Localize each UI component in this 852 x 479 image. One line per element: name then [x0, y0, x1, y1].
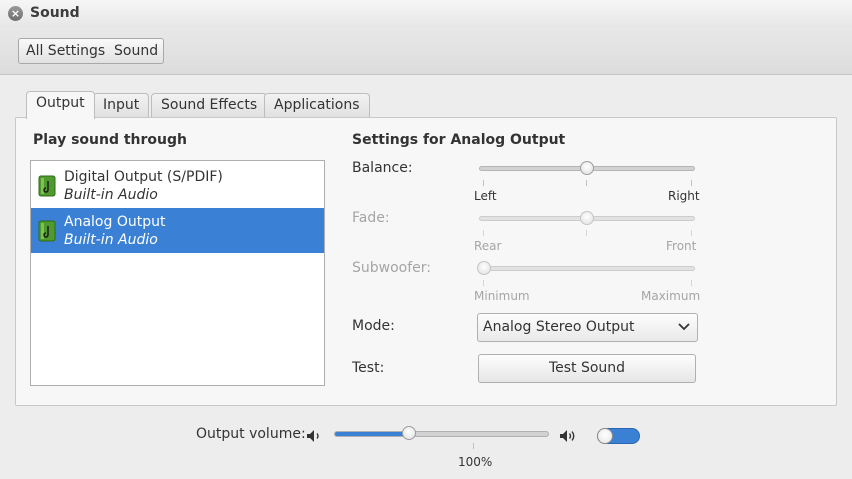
balance-left-label: Left [474, 189, 497, 203]
device-item-analog-output[interactable]: Analog Output Built-in Audio [31, 208, 324, 253]
tab-input[interactable]: Input [93, 93, 150, 118]
close-icon[interactable]: × [8, 6, 23, 21]
fade-rear-label: Rear [474, 239, 502, 253]
breadcrumb-sound[interactable]: Sound [107, 38, 164, 64]
subwoofer-min-label: Minimum [474, 289, 530, 303]
output-volume-100-label: 100% [458, 455, 493, 469]
output-volume-slider[interactable] [334, 431, 549, 437]
tab-applications[interactable]: Applications [264, 93, 370, 118]
chevron-down-icon [678, 323, 690, 331]
switch-knob [597, 428, 613, 444]
mode-selected-value: Analog Stereo Output [483, 319, 635, 335]
output-volume-handle[interactable] [402, 426, 417, 440]
device-list[interactable]: Digital Output (S/PDIF) Built-in Audio A… [30, 160, 325, 386]
fade-tick-left [483, 230, 484, 236]
device-list-heading: Play sound through [33, 132, 187, 148]
audio-card-icon [38, 175, 56, 197]
device-subtitle: Built-in Audio [64, 187, 158, 203]
output-volume-fill [335, 432, 410, 436]
output-volume-100-tick [473, 443, 474, 449]
balance-tick-left [483, 180, 484, 186]
fade-tick-center [586, 230, 587, 236]
window-title: Sound [30, 5, 80, 21]
mode-label: Mode: [352, 318, 395, 334]
device-subtitle: Built-in Audio [64, 232, 158, 248]
speaker-low-icon[interactable] [306, 429, 324, 443]
device-item-digital-output[interactable]: Digital Output (S/PDIF) Built-in Audio [31, 163, 324, 208]
balance-right-label: Right [668, 189, 700, 203]
fade-label: Fade: [352, 210, 390, 226]
tab-output[interactable]: Output [26, 91, 95, 119]
test-label: Test: [352, 360, 385, 376]
device-name: Digital Output (S/PDIF) [64, 169, 223, 185]
device-name: Analog Output [64, 214, 166, 230]
output-volume-label: Output volume: [196, 426, 306, 442]
balance-tick-center [586, 180, 587, 186]
audio-card-icon [38, 220, 56, 242]
breadcrumb-all-settings[interactable]: All Settings [18, 38, 114, 64]
settings-heading: Settings for Analog Output [352, 132, 566, 148]
subwoofer-slider[interactable] [479, 266, 695, 271]
fade-front-label: Front [666, 239, 697, 253]
fade-slider-handle[interactable] [580, 211, 594, 225]
title-bar [0, 0, 852, 28]
output-mute-switch[interactable] [597, 428, 640, 444]
test-sound-button[interactable]: Test Sound [478, 354, 696, 383]
speaker-high-icon[interactable] [559, 429, 579, 443]
subwoofer-slider-handle[interactable] [477, 261, 491, 275]
subwoofer-label: Subwoofer: [352, 260, 431, 276]
mode-dropdown[interactable]: Analog Stereo Output [477, 313, 698, 342]
balance-label: Balance: [352, 160, 413, 176]
subwoofer-tick-left [483, 280, 484, 286]
fade-tick-right [691, 230, 692, 236]
balance-slider-handle[interactable] [580, 161, 594, 175]
subwoofer-tick-right [691, 280, 692, 286]
balance-tick-right [691, 180, 692, 186]
subwoofer-max-label: Maximum [641, 289, 701, 303]
tab-sound-effects[interactable]: Sound Effects [151, 93, 268, 118]
